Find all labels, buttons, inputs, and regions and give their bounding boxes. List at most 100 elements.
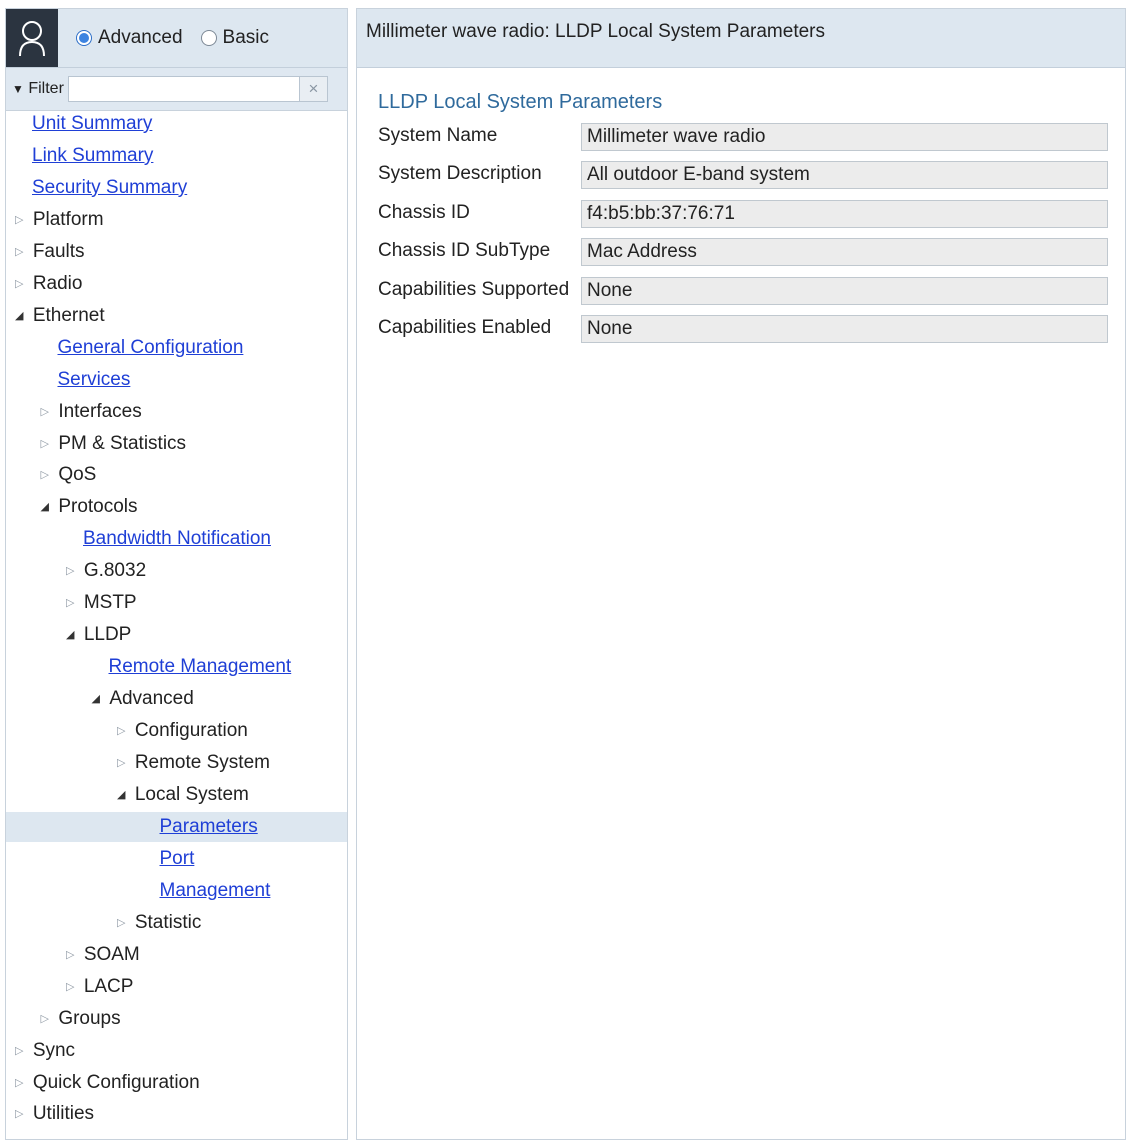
tree-item-lacp[interactable]: ▷ LACP — [6, 972, 347, 1002]
mode-option-advanced[interactable]: Advanced — [76, 27, 183, 49]
tree-item-label: Quick Configuration — [32, 1071, 200, 1093]
tree-item-soam[interactable]: ▷ SOAM — [6, 940, 347, 970]
tree-item-services[interactable]: Services — [6, 365, 347, 395]
triangle-down-icon[interactable]: ◢ — [92, 684, 106, 714]
tree-item-label: Statistic — [134, 911, 202, 933]
param-label: Capabilities Supported — [378, 279, 570, 300]
tree-item-label: Advanced — [109, 688, 194, 710]
param-value-field[interactable]: Mac Address — [581, 238, 1108, 266]
tree-item-utilities[interactable]: ▷ Utilities — [6, 1099, 347, 1129]
tree-item-radio[interactable]: ▷ Radio — [6, 269, 347, 299]
tree-item-management[interactable]: Management — [6, 876, 347, 906]
tree-item-security-summary[interactable]: Security Summary — [6, 173, 347, 203]
tree-item-label: QoS — [58, 464, 97, 486]
triangle-down-icon[interactable]: ◢ — [15, 301, 29, 331]
tree-item-unit-summary[interactable]: Unit Summary — [6, 109, 347, 139]
tree-item-mstp[interactable]: ▷ MSTP — [6, 588, 347, 618]
tree-item-label: PM & Statistics — [58, 432, 187, 454]
tree-item-bandwidth-notification[interactable]: Bandwidth Notification — [6, 524, 347, 554]
triangle-right-icon[interactable]: ▷ — [117, 716, 131, 746]
tree-item-general-configuration[interactable]: General Configuration — [6, 333, 347, 363]
tree-item-label[interactable]: Remote Management — [109, 656, 292, 677]
advanced-radio[interactable] — [76, 30, 92, 46]
triangle-down-icon[interactable]: ◢ — [117, 780, 131, 810]
filter-triangle-icon: ▼ — [12, 82, 24, 96]
triangle-right-icon[interactable]: ▷ — [15, 1068, 29, 1098]
param-label: Chassis ID SubType — [378, 240, 551, 261]
param-row-system-description: System Description All outdoor E-band sys… — [378, 161, 1118, 189]
triangle-right-icon[interactable]: ▷ — [41, 397, 55, 427]
triangle-right-icon[interactable]: ▷ — [15, 1036, 29, 1066]
tree-item-remote-system[interactable]: ▷ Remote System — [6, 748, 347, 778]
tree-item-label[interactable]: Parameters — [160, 816, 258, 837]
tree-item-faults[interactable]: ▷ Faults — [6, 237, 347, 267]
tree-item-label[interactable]: Port — [160, 848, 195, 869]
close-icon[interactable]: × — [299, 76, 328, 102]
tree-item-link-summary[interactable]: Link Summary — [6, 141, 347, 171]
triangle-right-icon[interactable]: ▷ — [117, 748, 131, 778]
tree-item-label[interactable]: Link Summary — [32, 145, 153, 166]
tree-item-parameters[interactable]: Parameters — [6, 811, 347, 842]
param-row-capabilities-enabled: Capabilities Enabled None — [378, 315, 1118, 343]
tree-item-statistic[interactable]: ▷ Statistic — [6, 908, 347, 938]
tree-item-groups[interactable]: ▷ Groups — [6, 1004, 347, 1034]
tree-item-pm-statistics[interactable]: ▷ PM & Statistics — [6, 429, 347, 459]
tree-item-lldp[interactable]: ◢ LLDP — [6, 620, 347, 650]
tree-item-platform[interactable]: ▷ Platform — [6, 205, 347, 235]
basic-radio[interactable] — [200, 30, 217, 46]
tree-item-port[interactable]: Port — [6, 844, 347, 874]
triangle-right-icon[interactable]: ▷ — [15, 269, 29, 299]
tree-item-label: Ethernet — [32, 304, 105, 326]
tree-item-label: Local System — [134, 783, 249, 805]
param-value-field[interactable]: f4:b5:bb:37:76:71 — [581, 200, 1108, 228]
triangle-right-icon[interactable]: ▷ — [41, 429, 55, 459]
tree-item-ethernet[interactable]: ◢ Ethernet — [6, 301, 347, 331]
user-icon[interactable] — [6, 9, 58, 67]
triangle-right-icon[interactable]: ▷ — [15, 1099, 29, 1129]
triangle-right-icon[interactable]: ▷ — [41, 1004, 55, 1034]
param-value-field[interactable]: Millimeter wave radio — [581, 123, 1108, 151]
triangle-right-icon[interactable]: ▷ — [66, 556, 80, 586]
tree-item-label: SOAM — [83, 943, 140, 965]
param-row-capabilities-supported: Capabilities Supported None — [378, 277, 1118, 305]
filter-toggle[interactable]: ▼ Filter — [12, 80, 64, 98]
tree-item-protocols[interactable]: ◢ Protocols — [6, 492, 347, 522]
mode-bar: Advanced Basic — [6, 9, 347, 68]
filter-input[interactable] — [67, 76, 300, 102]
tree-item-label[interactable]: General Configuration — [58, 337, 244, 358]
tree-item-local-system[interactable]: ◢ Local System — [6, 780, 347, 810]
triangle-down-icon[interactable]: ◢ — [41, 492, 55, 522]
param-label: System Description — [378, 163, 542, 184]
tree-item-configuration[interactable]: ▷ Configuration — [6, 716, 347, 746]
tree-item-qos[interactable]: ▷ QoS — [6, 460, 347, 490]
triangle-right-icon[interactable]: ▷ — [117, 908, 131, 938]
triangle-right-icon[interactable]: ▷ — [41, 460, 55, 490]
triangle-right-icon[interactable]: ▷ — [66, 588, 80, 618]
tree-item-label[interactable]: Management — [160, 880, 271, 901]
navigation-panel: Advanced Basic ▼ Filter × Unit Summary Li… — [5, 8, 348, 1140]
tree-item-g-8032[interactable]: ▷ G.8032 — [6, 556, 347, 586]
triangle-down-icon[interactable]: ◢ — [66, 620, 80, 650]
tree-item-advanced[interactable]: ◢ Advanced — [6, 684, 347, 714]
tree-item-sync[interactable]: ▷ Sync — [6, 1036, 347, 1066]
mode-option-basic[interactable]: Basic — [200, 27, 269, 49]
triangle-right-icon[interactable]: ▷ — [15, 205, 29, 235]
triangle-right-icon[interactable]: ▷ — [66, 940, 80, 970]
triangle-right-icon[interactable]: ▷ — [15, 237, 29, 267]
param-value-field[interactable]: None — [581, 277, 1108, 305]
tree-item-label: Radio — [32, 272, 83, 294]
param-value-field[interactable]: All outdoor E-band system — [581, 161, 1108, 189]
tree-item-label: Protocols — [58, 496, 138, 518]
tree-item-label[interactable]: Bandwidth Notification — [83, 528, 271, 549]
tree-item-quick-configuration[interactable]: ▷ Quick Configuration — [6, 1068, 347, 1098]
triangle-right-icon[interactable]: ▷ — [66, 972, 80, 1002]
tree-item-interfaces[interactable]: ▷ Interfaces — [6, 397, 347, 427]
tree-item-label[interactable]: Unit Summary — [32, 113, 152, 134]
tree-item-label[interactable]: Services — [58, 369, 131, 390]
section-title: LLDP Local System Parameters — [378, 91, 663, 113]
tree-item-remote-management[interactable]: Remote Management — [6, 652, 347, 682]
filter-label: Filter — [28, 80, 64, 97]
param-value-field[interactable]: None — [581, 315, 1108, 343]
basic-label: Basic — [222, 27, 269, 48]
tree-item-label[interactable]: Security Summary — [32, 177, 187, 198]
